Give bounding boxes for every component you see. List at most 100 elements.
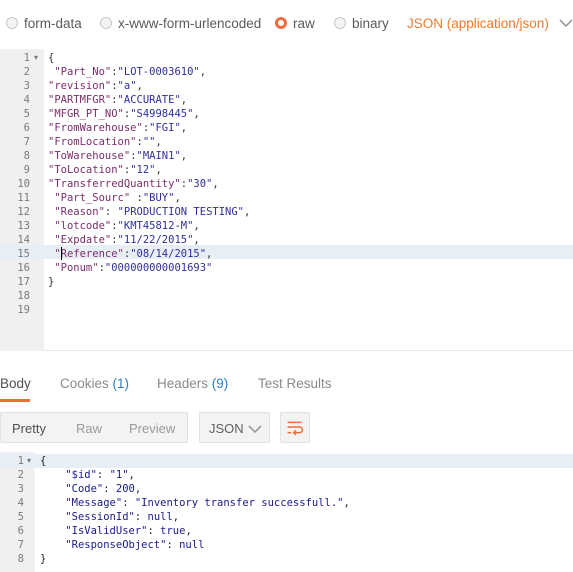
radio-circle[interactable] (334, 17, 346, 29)
json-separator: : (134, 511, 148, 523)
code-line: "SessionId": null, (40, 510, 179, 524)
view-preview-button[interactable]: Preview (129, 421, 175, 436)
tab-headers[interactable]: Headers (9) (157, 376, 228, 391)
json-punctuation: , (199, 66, 207, 78)
json-key: "revision" (48, 80, 112, 92)
json-value: "LOT-0003610" (117, 66, 200, 78)
code-text: { (48, 52, 55, 64)
wrap-lines-button[interactable] (280, 412, 310, 443)
line-number: 1 (17, 455, 24, 467)
json-key: "IsValidUser" (65, 525, 148, 537)
json-value: 200 (115, 483, 135, 495)
tab-cookies[interactable]: Cookies (1) (60, 376, 129, 391)
fold-toggle-icon[interactable]: ▾ (34, 51, 38, 65)
radio-form-data[interactable]: form-data (6, 14, 82, 32)
code-line: "$id": "1", (40, 468, 135, 482)
json-punctuation: , (343, 497, 350, 509)
json-value: "1" (109, 469, 129, 481)
json-punctuation: , (206, 248, 213, 260)
json-punctuation: , (193, 220, 200, 232)
code-line: "Part_No":"LOT-0003610", (48, 65, 206, 79)
text-cursor (61, 247, 62, 260)
code-text: { (40, 455, 47, 467)
line-number: 9 (23, 164, 30, 176)
code-line: "MFGR_PT_NO":"S4998445", (48, 107, 200, 121)
code-line: "Message": "Inventory transfer successfu… (40, 496, 350, 510)
headers-count: (9) (211, 376, 229, 391)
content-type-label: JSON (application/json) (407, 15, 549, 31)
json-key: "Message" (65, 497, 123, 509)
chevron-down-icon (248, 425, 262, 434)
json-value: "PRODUCTION TESTING" (117, 206, 244, 218)
json-key: "FromLocation" (48, 136, 137, 148)
json-punctuation: , (193, 108, 200, 120)
json-key: "Reference" (48, 248, 124, 260)
line-number: 12 (17, 206, 30, 218)
json-punctuation: , (172, 511, 180, 523)
json-punctuation: , (155, 164, 162, 176)
code-line: "Reason": "PRODUCTION TESTING", (48, 205, 250, 219)
radio-label: raw (293, 15, 315, 31)
json-separator: : (147, 525, 161, 537)
json-punctuation: , (174, 192, 181, 204)
json-key: "Reason" (48, 206, 105, 218)
response-language-select[interactable]: JSON (199, 412, 270, 443)
view-mode-segmented: Pretty Raw Preview (0, 412, 188, 443)
radio-circle[interactable] (6, 17, 18, 29)
json-punctuation: , (155, 136, 162, 148)
tab-label: Cookies (60, 376, 109, 391)
code-line: "Expdate":"11/22/2015", (48, 233, 199, 247)
response-body-editor[interactable]: 1 2 3 4 5 6 7 8 ▾ { "$id": "1", "Code": 200, "Mes… (0, 452, 573, 572)
json-key: "ToLocation" (48, 164, 124, 176)
code-line: "Part_Sourc" :"BUY", (48, 191, 181, 205)
json-value: "11/22/2015" (117, 234, 194, 246)
json-key: "TransferredQuantity" (48, 178, 181, 190)
view-raw-button[interactable]: Raw (76, 421, 102, 436)
line-number: 13 (17, 220, 30, 232)
view-pretty-button[interactable]: Pretty (12, 421, 46, 436)
content-type-dropdown[interactable]: JSON (application/json) (407, 14, 573, 32)
tab-test-results[interactable]: Test Results (258, 376, 332, 391)
code-line: } (40, 552, 46, 566)
json-punctuation: , (128, 469, 135, 481)
json-value: "000000000001693" (104, 262, 213, 274)
line-number: 4 (23, 94, 30, 106)
radio-label: form-data (24, 15, 82, 31)
code-line: "ToWarehouse":"MAIN1", (48, 149, 187, 163)
code-line: "Ponum":"000000000001693" (48, 261, 212, 275)
line-number: 1 (23, 52, 30, 64)
fold-toggle-icon[interactable]: ▾ (27, 454, 31, 468)
code-line: { (48, 51, 54, 65)
radio-label: x-www-form-urlencoded (118, 15, 262, 31)
radio-raw[interactable]: raw (275, 14, 315, 32)
code-line: "IsValidUser": true, (40, 524, 191, 538)
json-punctuation: , (180, 122, 188, 134)
line-number: 14 (17, 234, 30, 246)
code-text: } (48, 276, 55, 288)
body-type-selector: form-data x-www-form-urlencoded raw bina… (0, 0, 573, 48)
json-separator: : (103, 483, 116, 495)
radio-circle[interactable] (100, 17, 112, 29)
json-punctuation: , (244, 206, 251, 218)
line-number: 18 (17, 290, 30, 302)
code-line: "PARTMFGR":"ACCURATE", (48, 93, 187, 107)
radio-circle-selected[interactable] (275, 17, 287, 29)
json-separator: : (130, 192, 143, 204)
json-punctuation: , (180, 94, 188, 106)
line-number: 7 (17, 539, 24, 551)
radio-binary[interactable]: binary (334, 14, 389, 32)
active-line-highlight (0, 454, 573, 468)
json-value: "a" (117, 80, 137, 92)
line-number: 7 (23, 136, 30, 148)
radio-x-www-form-urlencoded[interactable]: x-www-form-urlencoded (100, 14, 261, 32)
tab-body[interactable]: Body (0, 376, 31, 391)
json-value: null (147, 511, 173, 523)
code-text: } (40, 553, 47, 565)
request-body-editor[interactable]: 1 2 3 4 5 6 7 8 9 10 11 12 13 14 15 16 17 18 19 ▾{ "Part_No… (0, 49, 573, 351)
json-value: "Inventory transfer successfull." (134, 497, 344, 509)
line-number: 11 (17, 192, 30, 204)
